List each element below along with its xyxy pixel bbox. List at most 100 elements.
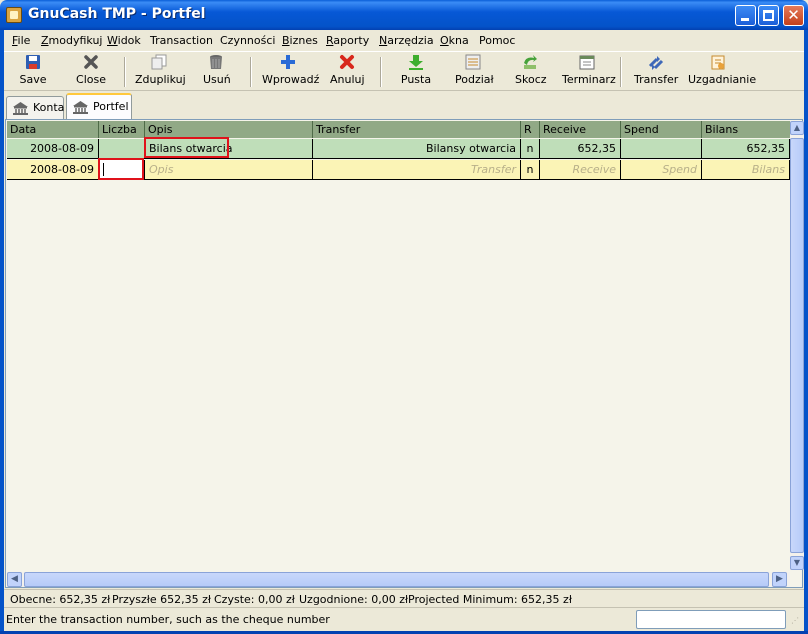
column-header-date[interactable]: Data: [7, 121, 99, 138]
bank-icon: [13, 102, 28, 115]
cell-transfer[interactable]: Bilansy otwarcia: [313, 139, 521, 159]
close-icon: ✕: [787, 6, 800, 24]
reconcile-hand-icon: [710, 54, 726, 70]
toolbar-separator: [124, 57, 126, 87]
duplicate-button[interactable]: Zduplikuj: [135, 54, 186, 90]
window-title: GnuCash TMP - Portfel: [28, 6, 206, 22]
text-cursor: [103, 163, 104, 176]
summary-bar: Obecne: 652,35 zł Przyszłe 652,35 zł Czy…: [4, 589, 804, 607]
toolbar: Save Close Zduplikuj Usuń Wprowadź Anulu…: [4, 51, 804, 91]
vertical-scrollbar[interactable]: ▲ ▼: [790, 121, 804, 570]
account-register: Data Liczba Opis Transfer R Receive Spen…: [5, 119, 804, 588]
split-button[interactable]: Podział: [455, 54, 494, 90]
toolbar-separator: [250, 57, 252, 87]
column-header-num[interactable]: Liczba: [99, 121, 145, 138]
menu-help[interactable]: Pomoc: [479, 34, 515, 47]
jump-button[interactable]: Skocz: [515, 54, 547, 90]
minimize-icon: [741, 18, 749, 21]
status-message: Enter the transaction number, such as th…: [6, 613, 330, 626]
close-x-icon: [83, 54, 99, 70]
column-header-spend[interactable]: Spend: [621, 121, 702, 138]
schedule-button[interactable]: Terminarz: [562, 54, 616, 90]
jump-arrows-icon: [522, 54, 538, 70]
menu-actions[interactable]: Czynności: [220, 34, 275, 47]
future-balance: Przyszłe 652,35 zł: [112, 593, 212, 606]
split-icon: [465, 54, 481, 70]
cell-date[interactable]: 2008-08-09: [7, 139, 99, 159]
toolbar-separator: [380, 57, 382, 87]
highlight-num-field: [98, 158, 144, 180]
cleared-balance: Czyste: 0,00 zł: [214, 593, 295, 606]
present-balance: Obecne: 652,35 zł: [10, 593, 111, 606]
description-input[interactable]: Opis: [145, 160, 313, 180]
red-x-icon: [339, 54, 355, 70]
column-header-reconcile[interactable]: R: [521, 121, 540, 138]
horizontal-scroll-thumb[interactable]: [24, 572, 769, 587]
scroll-right-arrow-icon[interactable]: ▶: [772, 572, 787, 587]
menu-bar: File Zmodyfikuj Widok Transaction Czynno…: [4, 30, 804, 50]
menu-business[interactable]: Biznes: [282, 34, 318, 47]
status-bar: Enter the transaction number, such as th…: [4, 607, 804, 631]
menu-windows[interactable]: Okna: [440, 34, 469, 47]
scroll-down-arrow-icon[interactable]: ▼: [790, 556, 804, 570]
calendar-icon: [579, 54, 595, 70]
bank-icon: [73, 101, 88, 114]
column-header-transfer[interactable]: Transfer: [313, 121, 521, 138]
cell-reconcile[interactable]: n: [521, 139, 540, 159]
tab-portfel[interactable]: Portfel: [66, 93, 132, 119]
gnucash-app-icon: [6, 7, 22, 23]
transfer-input[interactable]: Transfer: [313, 160, 521, 180]
menu-file[interactable]: File: [12, 34, 30, 47]
blank-transaction-button[interactable]: Pusta: [400, 54, 432, 90]
close-window-button[interactable]: ✕: [783, 5, 804, 26]
cell-receive[interactable]: 652,35: [540, 139, 621, 159]
tab-accounts[interactable]: Konta: [6, 96, 64, 119]
toolbar-separator: [620, 57, 622, 87]
balance-cell: Bilans: [702, 160, 790, 180]
minimize-button[interactable]: [735, 5, 756, 26]
spend-input[interactable]: Spend: [621, 160, 702, 180]
down-arrow-green-icon: [408, 54, 424, 70]
cell-num[interactable]: [99, 139, 145, 159]
save-button[interactable]: Save: [18, 54, 48, 90]
column-header-receive[interactable]: Receive: [540, 121, 621, 138]
plus-icon: [280, 54, 296, 70]
horizontal-scrollbar[interactable]: ◀ ▶: [7, 572, 790, 587]
register-header: Data Liczba Opis Transfer R Receive Spen…: [7, 121, 790, 138]
delete-button[interactable]: Usuń: [203, 54, 231, 90]
receive-input[interactable]: Receive: [540, 160, 621, 180]
scroll-up-arrow-icon[interactable]: ▲: [790, 121, 804, 135]
menu-transaction[interactable]: Transaction: [150, 34, 213, 47]
highlight-description: [144, 137, 229, 158]
close-button[interactable]: Close: [76, 54, 106, 90]
floppy-disk-icon: [25, 54, 41, 70]
progress-box: [636, 610, 786, 629]
duplicate-icon: [151, 54, 167, 70]
vertical-scroll-thumb[interactable]: [790, 138, 804, 553]
reconciled-balance: Uzgodnione: 0,00 zł: [299, 593, 409, 606]
maximize-icon: [763, 10, 774, 21]
cell-spend[interactable]: [621, 139, 702, 159]
menu-view[interactable]: Widok: [107, 34, 141, 47]
cell-date[interactable]: 2008-08-09: [7, 160, 99, 180]
title-bar: GnuCash TMP - Portfel ✕: [0, 0, 808, 30]
table-row[interactable]: 2008-08-09 Bilans otwarcia Bilansy otwar…: [7, 139, 790, 159]
cancel-button[interactable]: Anuluj: [330, 54, 365, 90]
menu-reports[interactable]: Raporty: [326, 34, 369, 47]
enter-button[interactable]: Wprowadź: [262, 54, 319, 90]
window-border-right: [804, 30, 808, 634]
tab-bar: Konta Portfel: [4, 93, 804, 119]
transfer-button[interactable]: Transfer: [634, 54, 678, 90]
window-border-left: [0, 30, 4, 634]
maximize-button[interactable]: [758, 5, 779, 26]
menu-tools[interactable]: Narzędzia: [379, 34, 434, 47]
resize-grip-icon[interactable]: ⋰: [791, 616, 803, 628]
scroll-left-arrow-icon[interactable]: ◀: [7, 572, 22, 587]
column-header-balance[interactable]: Bilans: [702, 121, 790, 138]
cell-balance: 652,35: [702, 139, 790, 159]
column-header-description[interactable]: Opis: [145, 121, 313, 138]
reconcile-input[interactable]: n: [521, 160, 540, 180]
reconcile-button[interactable]: Uzgadnianie: [688, 54, 756, 90]
menu-edit[interactable]: Zmodyfikuj: [41, 34, 102, 47]
trash-icon: [208, 54, 224, 70]
